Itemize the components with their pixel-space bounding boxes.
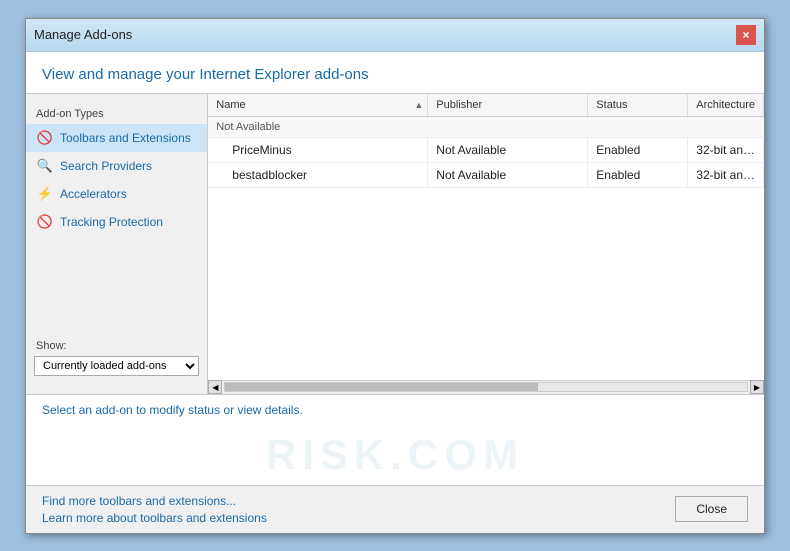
- show-label: Show:: [26, 332, 207, 356]
- footer-link-1[interactable]: Find more toolbars and extensions...: [42, 494, 267, 508]
- cell-publisher-0: Not Available: [428, 138, 588, 162]
- sidebar-item-accelerators[interactable]: ⚡ Accelerators: [26, 180, 207, 208]
- watermark-area: RISK.COM: [26, 425, 764, 485]
- close-dialog-button[interactable]: Close: [675, 496, 748, 522]
- horizontal-scrollbar[interactable]: ◀ ▶: [208, 380, 764, 394]
- sidebar-item-tracking-label: Tracking Protection: [60, 215, 163, 229]
- status-bar: Select an add-on to modify status or vie…: [26, 394, 764, 425]
- show-select[interactable]: Currently loaded add-ons All add-ons Run…: [34, 356, 199, 376]
- content-area: Add-on Types 🚫 Toolbars and Extensions 🔍…: [26, 94, 764, 394]
- main-panel: Name ▲ Publisher Status Architecture Not…: [208, 94, 764, 394]
- title-bar: Manage Add-ons ×: [26, 19, 764, 52]
- cell-status-1: Enabled: [588, 163, 688, 187]
- toolbars-icon: 🚫: [36, 129, 54, 147]
- sidebar-item-tracking[interactable]: 🚫 Tracking Protection: [26, 208, 207, 236]
- sidebar-item-search-label: Search Providers: [60, 159, 152, 173]
- sort-arrow-icon: ▲: [414, 100, 423, 110]
- header-subtitle: View and manage your Internet Explorer a…: [42, 66, 748, 83]
- footer: Find more toolbars and extensions... Lea…: [26, 485, 764, 533]
- cell-status-0: Enabled: [588, 138, 688, 162]
- cell-name-1: bestadblocker: [208, 163, 428, 187]
- footer-link-2[interactable]: Learn more about toolbars and extensions: [42, 511, 267, 525]
- sidebar-item-accelerators-label: Accelerators: [60, 187, 127, 201]
- cell-publisher-1: Not Available: [428, 163, 588, 187]
- cell-arch-0: 32-bit and ...: [688, 138, 764, 162]
- sidebar-item-toolbars[interactable]: 🚫 Toolbars and Extensions: [26, 124, 207, 152]
- status-text: Select an add-on to modify status or vie…: [42, 403, 303, 417]
- tracking-icon: 🚫: [36, 213, 54, 231]
- col-architecture: Architecture: [688, 94, 764, 116]
- col-status: Status: [588, 94, 688, 116]
- cell-name-0: PriceMinus: [208, 138, 428, 162]
- footer-links: Find more toolbars and extensions... Lea…: [42, 494, 267, 525]
- watermark: RISK.COM: [266, 431, 524, 479]
- table-row[interactable]: bestadblocker Not Available Enabled 32-b…: [208, 163, 764, 188]
- scroll-left-button[interactable]: ◀: [208, 380, 222, 394]
- table-header: Name ▲ Publisher Status Architecture: [208, 94, 764, 117]
- accelerators-icon: ⚡: [36, 185, 54, 203]
- addon-types-label: Add-on Types: [26, 104, 207, 124]
- scroll-track[interactable]: [224, 382, 748, 392]
- dialog-title: Manage Add-ons: [34, 27, 132, 42]
- table-row[interactable]: PriceMinus Not Available Enabled 32-bit …: [208, 138, 764, 163]
- scroll-thumb: [225, 383, 538, 391]
- col-name: Name ▲: [208, 94, 428, 116]
- col-publisher: Publisher: [428, 94, 588, 116]
- window-close-button[interactable]: ×: [736, 25, 756, 45]
- sidebar: Add-on Types 🚫 Toolbars and Extensions 🔍…: [26, 94, 208, 394]
- header-section: View and manage your Internet Explorer a…: [26, 52, 764, 94]
- search-icon: 🔍: [36, 157, 54, 175]
- group-not-available: Not Available: [208, 117, 764, 138]
- cell-arch-1: 32-bit and ...: [688, 163, 764, 187]
- sidebar-item-toolbars-label: Toolbars and Extensions: [60, 131, 191, 145]
- table-body: Not Available PriceMinus Not Available E…: [208, 117, 764, 380]
- sidebar-item-search[interactable]: 🔍 Search Providers: [26, 152, 207, 180]
- scroll-right-button[interactable]: ▶: [750, 380, 764, 394]
